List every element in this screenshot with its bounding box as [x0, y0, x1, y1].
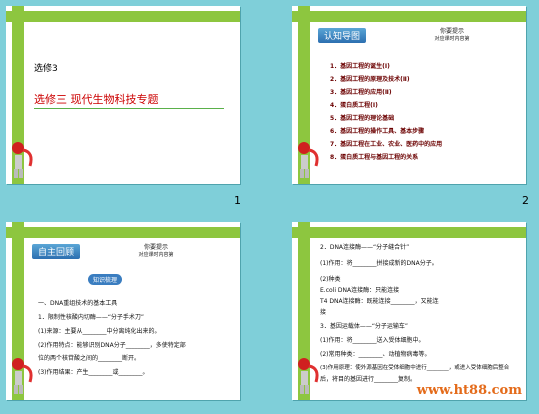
hint-box: 你要提示 对应课时内容第 — [138, 244, 174, 258]
list-item: 5．基因工程的理论基础 — [330, 115, 395, 122]
text-line: (3)作用结果：产生________或________。 — [38, 369, 149, 376]
text-line: (1)来源：主要从________中分离纯化出来的。 — [38, 328, 161, 335]
text-line: (2)作用特点：能够识别DNA分子________，多使特定部 — [38, 342, 186, 349]
list-item: 4．蛋白质工程(Ⅰ) — [330, 102, 378, 109]
green-horizontal-bar — [6, 227, 240, 238]
text-line: (2)常用种类：________、动植物病毒等。 — [320, 351, 431, 358]
text-line: (2)种类 — [320, 276, 341, 283]
slide-1[interactable]: 选修3 选修三 现代生物科技专题 — [6, 6, 240, 184]
list-item: 7．基因工程在工业、农业、医药中的应用 — [330, 141, 443, 148]
text-line: 3．基因运载体——“分子运输车” — [320, 323, 409, 330]
page-number: 1 — [234, 194, 241, 207]
text-line: (1)作用：将________送入受体细胞中。 — [320, 337, 425, 344]
mascot-figure-icon — [8, 356, 36, 396]
page-number: 2 — [522, 194, 529, 207]
slide-subtitle: 选修3 — [34, 64, 58, 74]
slide-title: 选修三 现代生物科技专题 — [34, 88, 224, 109]
green-horizontal-bar — [292, 227, 526, 238]
section-header: 认知导图 — [318, 28, 367, 43]
list-item: 6．基因工程的操作工具、基本步骤 — [330, 128, 425, 135]
text-line: 一、DNA重组技术的基本工具 — [38, 300, 118, 307]
text-line: 接 — [320, 309, 327, 316]
list-item: 1．基因工程的诞生(Ⅰ) — [330, 63, 390, 70]
text-line: E.coli DNA连接酶：只能连接 — [320, 287, 400, 294]
text-line: 1．限制性核酸内切酶——“分子手术刀” — [38, 314, 145, 321]
list-item: 8．蛋白质工程与基因工程的关系 — [330, 154, 419, 161]
text-line: 后，将目的基因进行________复制。 — [320, 376, 417, 383]
slide-3[interactable]: 自主回顾 你要提示 对应课时内容第 知识梳理 一、DNA重组技术的基本工具 1．… — [6, 222, 240, 400]
list-item: 2．基因工程的原理及技术(Ⅱ) — [330, 76, 410, 83]
badge: 知识梳理 — [88, 274, 123, 285]
mascot-figure-icon — [8, 140, 36, 180]
slide-4[interactable]: 2．DNA连接酶——“分子缝合针” (1)作用：将________拼接成新的DN… — [292, 222, 526, 400]
mascot-figure-icon — [294, 140, 322, 180]
site-watermark: www.ht88.com — [416, 383, 522, 398]
text-line: (3)作用原理：使外源基因在受体细胞中进行________，或进入受体细胞后整合 — [320, 365, 510, 371]
list-item: 3．基因工程的应用(Ⅱ) — [330, 89, 392, 96]
text-line: 位的两个核苷酸之间的________断开。 — [38, 355, 141, 362]
hint-box: 你要提示 对应课时内容第 — [434, 28, 470, 42]
text-line: (1)作用：将________拼接成新的DNA分子。 — [320, 260, 438, 267]
mascot-figure-icon — [294, 356, 322, 396]
green-horizontal-bar — [292, 11, 526, 22]
slide-2[interactable]: 认知导图 你要提示 对应课时内容第 1．基因工程的诞生(Ⅰ) 2．基因工程的原理… — [292, 6, 526, 184]
text-line: T4 DNA连接酶：既能连接________，又能连 — [320, 298, 439, 305]
section-header: 自主回顾 — [32, 244, 81, 259]
text-line: 2．DNA连接酶——“分子缝合针” — [320, 244, 410, 251]
green-horizontal-bar — [6, 11, 240, 22]
